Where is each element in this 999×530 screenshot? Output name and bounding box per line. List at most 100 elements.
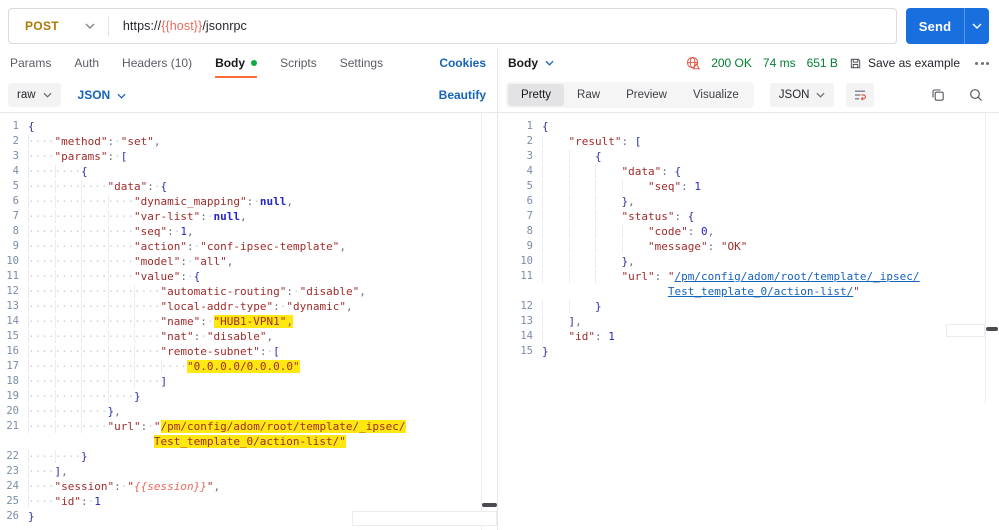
save-as-example-button[interactable]: Save as example: [849, 56, 960, 70]
line-number: 4: [498, 164, 542, 179]
response-size[interactable]: 651 B: [807, 56, 838, 70]
line-number: 16: [0, 344, 28, 359]
code-line: 21············"url":·"/pm/config/adom/ro…: [0, 419, 497, 434]
code-text: "message": "OK": [542, 239, 747, 254]
code-text: "seq": 1: [542, 179, 701, 194]
code-line: 9················"action":·"conf-ipsec-t…: [0, 239, 497, 254]
code-text: "status": {: [542, 209, 694, 224]
copy-icon[interactable]: [931, 88, 945, 102]
horizontal-scrollbar[interactable]: [352, 511, 497, 526]
body-modified-dot: [251, 60, 257, 66]
line-number: 5: [0, 179, 28, 194]
tab-scripts[interactable]: Scripts: [280, 48, 317, 78]
tab-body[interactable]: Body: [215, 48, 257, 78]
more-options-icon[interactable]: [971, 62, 993, 65]
code-line: 9 "message": "OK": [498, 239, 999, 254]
code-line: 10················"model":·"all",: [0, 254, 497, 269]
code-text: ················"value":·{: [28, 269, 200, 284]
send-button-label[interactable]: Send: [906, 8, 964, 44]
line-number: 26: [0, 509, 28, 524]
code-text: ····················"nat":·"disable",: [28, 329, 273, 344]
view-switcher: Pretty Raw Preview Visualize: [506, 82, 754, 108]
code-text: ····················"name":·"HUB1-VPN1",: [28, 314, 293, 329]
send-options-chevron[interactable]: [964, 8, 989, 44]
code-text: ························"0.0.0.0/0.0.0.0…: [28, 359, 300, 374]
response-body-selector[interactable]: Body: [508, 56, 554, 70]
code-text: ········{: [28, 164, 88, 179]
line-number: 10: [498, 254, 542, 269]
line-number: 5: [498, 179, 542, 194]
code-line: 6················"dynamic_mapping":·null…: [0, 194, 497, 209]
response-time[interactable]: 74 ms: [763, 56, 796, 70]
code-line: 3····"params":·[: [0, 149, 497, 164]
save-as-example-label: Save as example: [868, 56, 960, 70]
code-text: ····"method":·"set",: [28, 134, 160, 149]
line-number: 22: [0, 449, 28, 464]
code-line: Test_template_0/action-list/": [498, 284, 999, 299]
code-line: 5 "seq": 1: [498, 179, 999, 194]
request-panel: Params Auth Headers (10) Body Scripts Se…: [0, 48, 497, 530]
code-line: 25····"id":·1: [0, 494, 497, 509]
chevron-down-icon: [43, 92, 52, 98]
response-toolbar: Pretty Raw Preview Visualize JSON: [498, 78, 999, 112]
horizontal-scrollbar[interactable]: [946, 324, 985, 337]
tab-params[interactable]: Params: [10, 48, 51, 78]
search-icon[interactable]: [969, 88, 983, 102]
response-body-viewer[interactable]: 1{2 "result": [3 {4 "data": {5 "seq": 16…: [498, 113, 999, 530]
code-line: 7················"var-list":·null,: [0, 209, 497, 224]
code-line: 19················}: [0, 389, 497, 404]
line-number: 25: [0, 494, 28, 509]
code-line: 13 ],: [498, 314, 999, 329]
language-selector[interactable]: JSON: [78, 88, 127, 102]
code-text: }: [28, 509, 35, 524]
code-text: "id": 1: [542, 329, 615, 344]
line-number: 21: [0, 419, 28, 434]
globe-warning-icon[interactable]: [686, 56, 700, 70]
view-preview[interactable]: Preview: [613, 84, 680, 106]
code-text: ················"var-list":·null,: [28, 209, 247, 224]
tab-settings[interactable]: Settings: [340, 48, 383, 78]
response-tool-icons: [931, 88, 983, 102]
code-text: ············"url":·"/pm/config/adom/root…: [28, 419, 406, 434]
line-number: 24: [0, 479, 28, 494]
tab-headers[interactable]: Headers (10): [122, 48, 192, 78]
view-visualize[interactable]: Visualize: [680, 84, 752, 106]
line-number: [0, 434, 28, 449]
url-input[interactable]: https://{{host}}/jsonrpc: [123, 19, 247, 33]
line-number: 9: [0, 239, 28, 254]
line-number: [498, 284, 542, 299]
view-raw[interactable]: Raw: [564, 84, 613, 106]
body-format-selector[interactable]: raw: [8, 83, 61, 107]
cookies-link[interactable]: Cookies: [439, 48, 486, 78]
response-panel: Body 200 OK 74 ms 651 B: [498, 48, 999, 530]
wrap-text-icon[interactable]: [846, 83, 874, 107]
code-line: 13····················"local-addr-type":…: [0, 299, 497, 314]
line-number: 20: [0, 404, 28, 419]
code-line: 2 "result": [: [498, 134, 999, 149]
code-text: ····················]: [28, 374, 167, 389]
status-badge[interactable]: 200 OK: [711, 56, 752, 70]
chevron-down-icon[interactable]: [85, 23, 95, 29]
line-number: 11: [0, 269, 28, 284]
code-text: },: [542, 254, 635, 269]
view-pretty[interactable]: Pretty: [508, 84, 564, 106]
code-text: ],: [542, 314, 582, 329]
scrollbar-thumb[interactable]: [482, 503, 497, 507]
line-number: 6: [0, 194, 28, 209]
line-number: 1: [498, 119, 542, 134]
scrollbar-thumb[interactable]: [986, 327, 998, 331]
code-text: ················"dynamic_mapping":·null,: [28, 194, 293, 209]
url-builder: POST https://{{host}}/jsonrpc: [8, 8, 897, 44]
tab-auth[interactable]: Auth: [74, 48, 99, 78]
code-line: 12 }: [498, 299, 999, 314]
beautify-button[interactable]: Beautify: [439, 88, 486, 102]
send-button[interactable]: Send: [906, 8, 989, 44]
line-number: 13: [498, 314, 542, 329]
method-selector[interactable]: POST: [9, 19, 59, 33]
response-language-selector[interactable]: JSON: [770, 83, 835, 107]
request-body-editor[interactable]: 1{2····"method":·"set",3····"params":·[4…: [0, 113, 497, 530]
viewer-scroll-track: [985, 113, 986, 403]
line-number: 9: [498, 239, 542, 254]
line-number: 23: [0, 464, 28, 479]
code-line: 12····················"automatic-routing…: [0, 284, 497, 299]
